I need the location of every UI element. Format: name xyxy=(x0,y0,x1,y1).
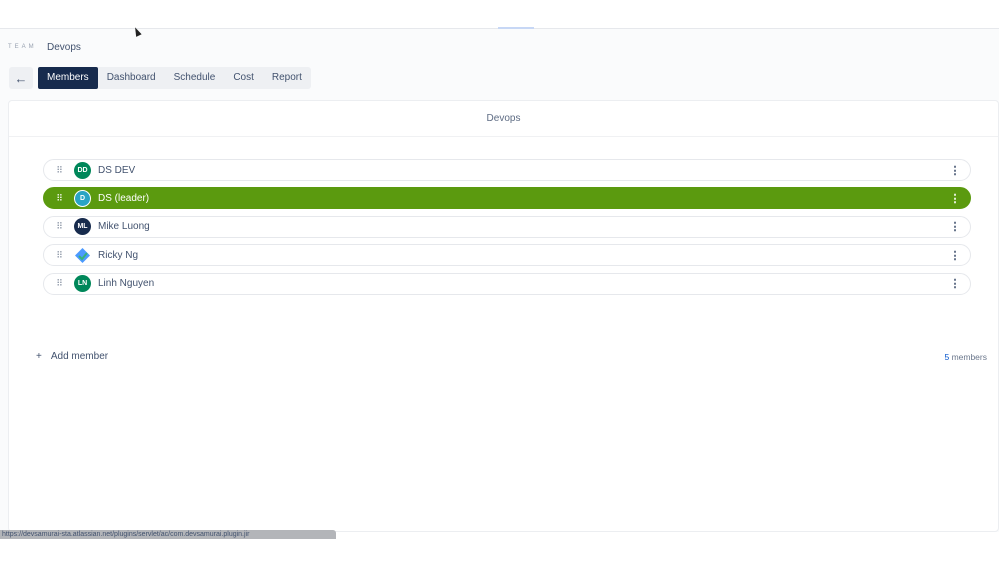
member-count: 5 members xyxy=(944,352,987,362)
tab-cost[interactable]: Cost xyxy=(224,67,263,89)
more-options-icon[interactable]: ⋮ xyxy=(940,249,970,262)
more-options-icon[interactable]: ⋮ xyxy=(940,192,970,205)
member-row[interactable]: ⠿ ML Mike Luong ⋮ xyxy=(43,215,971,238)
avatar: ML xyxy=(74,218,91,236)
member-name: Linh Nguyen xyxy=(98,278,155,290)
member-count-suffix: members xyxy=(951,352,987,362)
drag-handle-icon[interactable]: ⠿ xyxy=(44,250,74,261)
plus-icon: + xyxy=(36,351,42,362)
add-member-button[interactable]: + Add member xyxy=(36,351,108,362)
tab-members[interactable]: Members xyxy=(38,67,98,89)
member-row[interactable]: ⠿ Ricky Ng ⋮ xyxy=(43,244,971,267)
member-row[interactable]: ⠿ D DS (leader) ⋮ xyxy=(43,187,971,210)
add-member-label: Add member xyxy=(50,351,109,362)
avatar-initials: ML xyxy=(77,223,88,231)
card-title: Devops xyxy=(9,101,998,137)
member-name: Mike Luong xyxy=(98,221,150,233)
avatar: LN xyxy=(74,275,91,293)
avatar: DD xyxy=(74,161,91,179)
tab-report[interactable]: Report xyxy=(263,67,311,89)
drag-handle-icon[interactable]: ⠿ xyxy=(44,278,74,289)
avatar-diamond-icon xyxy=(74,247,91,264)
member-name: DS (leader) xyxy=(98,192,150,204)
drag-handle-icon[interactable]: ⠿ xyxy=(44,165,74,176)
tab-schedule[interactable]: Schedule xyxy=(165,67,225,89)
member-name: DS DEV xyxy=(98,164,136,176)
team-label: TEAM xyxy=(8,44,37,50)
drag-handle-icon[interactable]: ⠿ xyxy=(44,193,74,204)
member-count-number: 5 xyxy=(944,352,950,362)
avatar: D xyxy=(74,189,91,207)
back-button[interactable]: ← xyxy=(9,67,33,89)
avatar-initials: D xyxy=(79,194,86,202)
status-bar-url: https://devsamurai-sta.atlassian.net/plu… xyxy=(0,530,336,539)
avatar-initials: LN xyxy=(77,280,88,288)
arrow-left-icon: ← xyxy=(14,70,28,86)
more-options-icon[interactable]: ⋮ xyxy=(940,220,970,233)
members-card: Devops ⠿ DD DS DEV ⋮ ⠿ D DS (leader) ⋮ ⠿ ML Mike L… xyxy=(8,100,999,532)
top-bar xyxy=(0,0,999,29)
member-row[interactable]: ⠿ LN Linh Nguyen ⋮ xyxy=(43,272,971,295)
member-name: Ricky Ng xyxy=(98,249,139,261)
avatar-initials: DD xyxy=(77,166,88,174)
more-options-icon[interactable]: ⋮ xyxy=(940,277,970,290)
drag-handle-icon[interactable]: ⠿ xyxy=(44,221,74,232)
team-name: Devops xyxy=(47,42,81,53)
tab-bar: Members Dashboard Schedule Cost Report xyxy=(38,67,311,89)
more-options-icon[interactable]: ⋮ xyxy=(940,164,970,177)
member-row[interactable]: ⠿ DD DS DEV ⋮ xyxy=(43,159,971,181)
tab-dashboard[interactable]: Dashboard xyxy=(98,67,165,89)
